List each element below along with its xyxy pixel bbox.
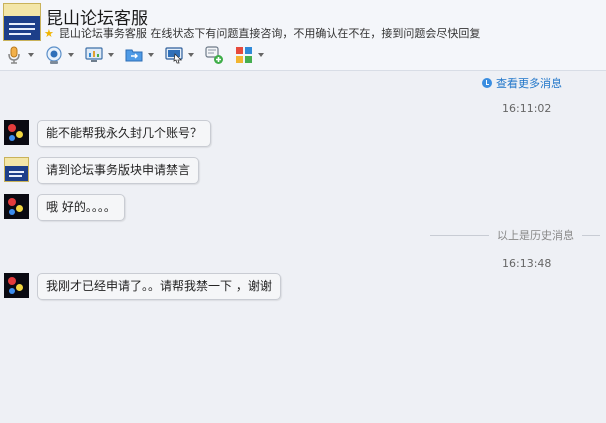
chevron-down-icon[interactable] [68,53,74,57]
remote-assist-button[interactable] [164,44,194,66]
user-avatar[interactable] [4,194,29,219]
video-button[interactable] [44,44,74,66]
chevron-down-icon[interactable] [258,53,264,57]
message-item: 哦 好的。。。。 [4,194,125,221]
chat-toolbar [4,44,274,66]
chevron-down-icon[interactable] [108,53,114,57]
voice-button[interactable] [4,44,34,66]
status-signature: 昆山论坛事务客服 在线状态下有问题直接咨询，不用确认在不在，接到问题会尽快回复 [58,27,481,40]
message-item: 能不能帮我永久封几个账号？ [4,120,212,147]
microphone-icon [8,46,20,64]
message-bubble: 能不能帮我永久封几个账号？ [37,120,212,147]
message-item: 我刚才已经申请了。。请帮我禁一下 ，谢谢 [4,273,281,300]
clock-icon [482,78,492,88]
screen-share-icon [85,47,103,62]
chevron-down-icon[interactable] [188,53,194,57]
service-logo[interactable] [3,3,41,41]
message-timestamp: 16:13:48 [502,257,552,270]
apps-button[interactable] [234,44,264,66]
screen-share-button[interactable] [84,44,114,66]
remote-assist-icon [165,47,183,64]
message-bubble: 请到论坛事务版块申请禁言 [37,157,200,184]
chat-header: 昆山论坛客服 ★ 昆山论坛事务客服 在线状态下有问题直接咨询，不用确认在不在，接… [0,0,606,71]
invite-chat-icon [205,46,223,64]
view-more-link[interactable]: 查看更多消息 [482,75,562,91]
view-more-label: 查看更多消息 [496,77,562,90]
file-transfer-button[interactable] [124,44,154,66]
status-row: ★ 昆山论坛事务客服 在线状态下有问题直接咨询，不用确认在不在，接到问题会尽快回… [44,25,480,41]
history-divider: 以上是历史消息 [430,228,600,242]
chevron-down-icon[interactable] [28,53,34,57]
invite-chat-button[interactable] [204,44,224,66]
camera-icon [46,46,62,64]
message-item: 请到论坛事务版块申请禁言 [4,157,200,184]
message-bubble: 哦 好的。。。。 [37,194,125,221]
message-timestamp: 16:11:02 [502,102,552,115]
file-transfer-icon [125,49,143,62]
user-avatar[interactable] [4,120,29,145]
apps-icon [236,47,252,63]
user-avatar[interactable] [4,273,29,298]
history-divider-label: 以上是历史消息 [497,229,574,242]
star-icon: ★ [44,26,54,40]
service-avatar[interactable] [4,157,29,182]
message-bubble: 我刚才已经申请了。。请帮我禁一下 ，谢谢 [37,273,281,300]
chevron-down-icon[interactable] [148,53,154,57]
